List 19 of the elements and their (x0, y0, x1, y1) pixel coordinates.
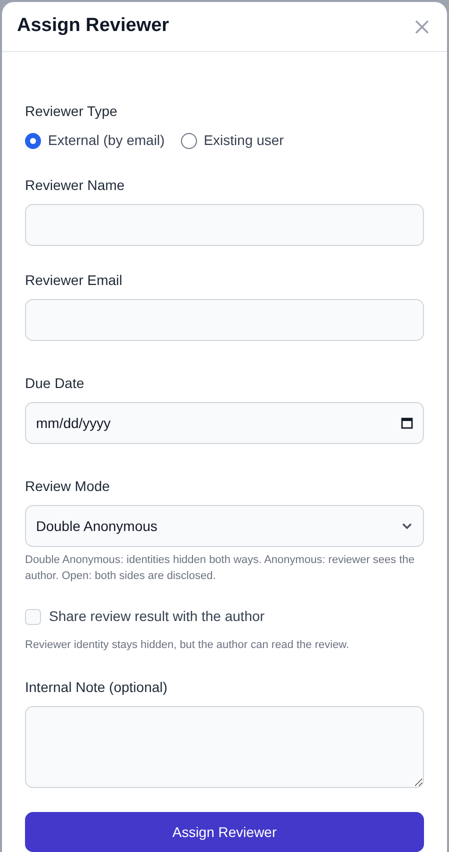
assign-reviewer-button[interactable]: Assign Reviewer (25, 812, 424, 852)
checkbox-option[interactable]: Share review result with the author (25, 606, 424, 627)
select-field[interactable]: Double Anonymous (25, 505, 424, 547)
help-text: Double Anonymous: identities hidden both ways. Anonymous: reviewer sees the author. Open: both sides are disclosed. (25, 553, 416, 584)
date-field[interactable]: mm/dd/yyyy (25, 402, 424, 444)
field-label: Reviewer Type (25, 102, 118, 121)
input-field[interactable] (25, 299, 424, 341)
field-label: Internal Note (optional) (25, 678, 168, 697)
field-label: Reviewer Email (25, 271, 124, 290)
field-label: Review Mode (25, 477, 111, 496)
calendar-icon (401, 417, 413, 429)
note-field[interactable] (25, 706, 424, 788)
radio-option[interactable]: External (by email) (25, 130, 165, 151)
help-text: Reviewer identity stays hidden, but the author can read the review. (25, 638, 350, 653)
dialog-title: Assign Reviewer (17, 14, 170, 38)
radio-option[interactable]: Existing user (180, 130, 284, 151)
input-field[interactable] (25, 204, 424, 246)
field-label: Reviewer Name (25, 176, 126, 195)
field-label: Due Date (25, 374, 86, 393)
